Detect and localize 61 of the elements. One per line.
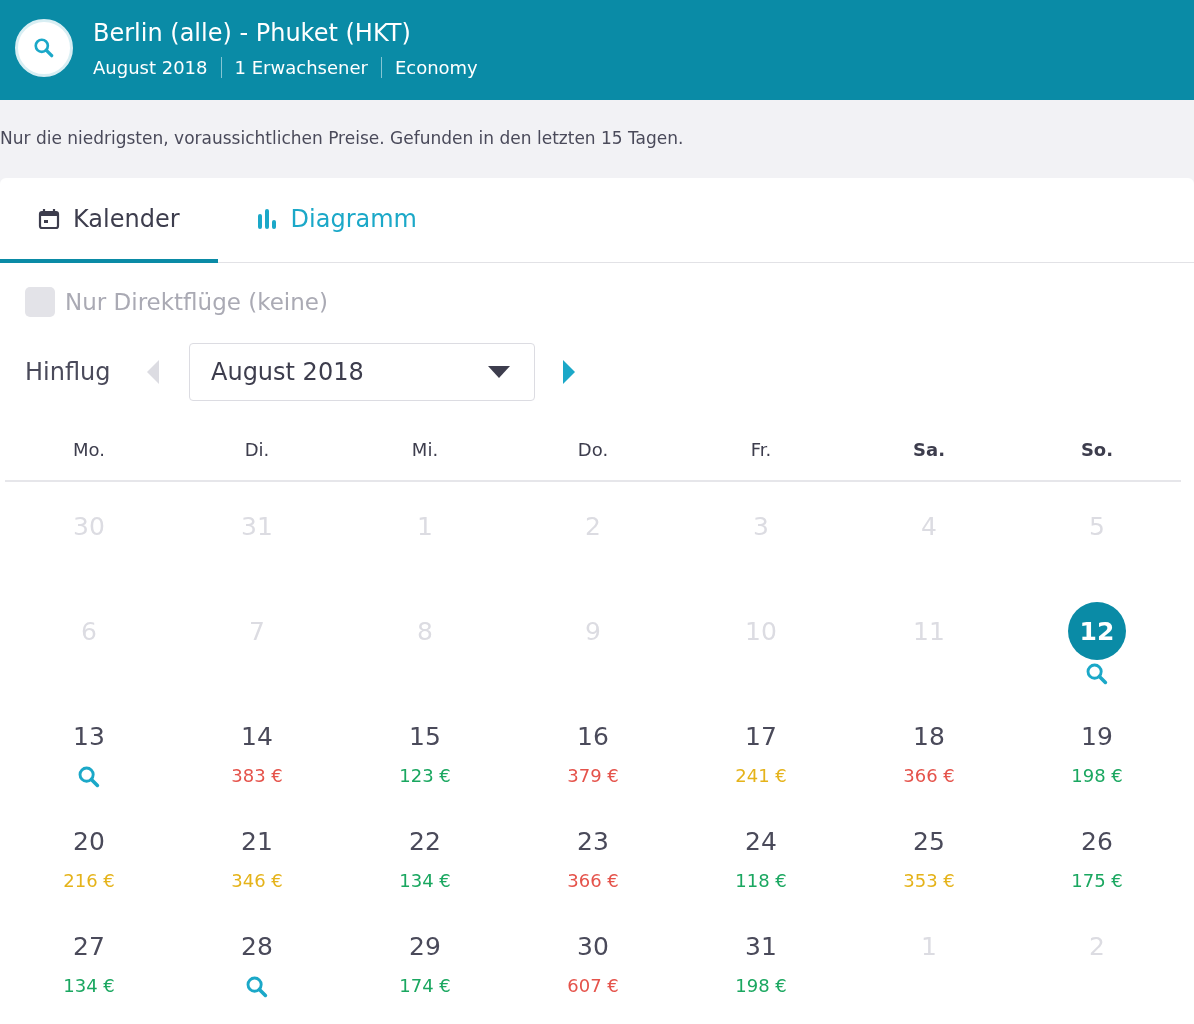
day-number[interactable]: 20 — [73, 827, 105, 856]
price-label: 366 € — [903, 765, 955, 786]
checkbox-label: Nur Direktflüge (keine) — [65, 289, 328, 315]
search-detail: August 2018 — [93, 56, 209, 78]
price-label: 118 € — [735, 870, 787, 891]
day-number[interactable]: 28 — [241, 932, 273, 961]
price-label: 346 € — [231, 870, 283, 891]
search-icon[interactable] — [77, 765, 101, 789]
day-number[interactable]: 22 — [409, 827, 441, 856]
search-icon[interactable] — [245, 975, 269, 999]
search-detail: Economy — [380, 56, 491, 78]
calendar-icon — [37, 206, 61, 231]
direction-label: Hinflug — [25, 358, 112, 386]
day-number[interactable]: 29 — [409, 932, 441, 961]
day-number[interactable]: 27 — [73, 932, 105, 961]
day-number[interactable]: 19 — [1081, 722, 1113, 751]
price-label: 134 € — [399, 870, 451, 891]
price-label: 607 € — [567, 975, 619, 996]
day-number[interactable]: 21 — [241, 827, 273, 856]
info-text: Nur die niedrigsten, voraussichtlichen Preise. Gefunden in den letzten 15 Tagen. — [0, 127, 685, 150]
weekday-header: Mi. — [341, 439, 509, 482]
next-month-button[interactable] — [561, 358, 577, 386]
selected-day[interactable]: 12 — [1068, 602, 1126, 660]
day-number[interactable]: 31 — [745, 932, 777, 961]
weekday-header: Fr. — [677, 439, 845, 482]
month-dropdown[interactable]: August 2018 — [189, 343, 535, 401]
day-number[interactable]: 25 — [913, 827, 945, 856]
day-number[interactable]: 14 — [241, 722, 273, 751]
day-number[interactable]: 18 — [913, 722, 945, 751]
search-icon[interactable] — [33, 37, 55, 59]
price-label: 175 € — [1071, 870, 1123, 891]
weekday-header: So. — [1013, 439, 1181, 482]
day-number[interactable]: 26 — [1081, 827, 1113, 856]
price-label: 198 € — [735, 975, 787, 996]
price-label: 353 € — [903, 870, 955, 891]
price-label: 198 € — [1071, 765, 1123, 786]
price-label: 216 € — [63, 870, 115, 891]
weekday-header: Mo. — [5, 439, 173, 482]
search-detail: 1 Erwachsener — [220, 56, 381, 78]
day-number[interactable]: 13 — [73, 722, 105, 751]
day-number[interactable]: 17 — [745, 722, 777, 751]
price-label: 174 € — [399, 975, 451, 996]
caret-icon — [488, 366, 510, 378]
day-number[interactable]: 24 — [745, 827, 777, 856]
route-title: Berlin (alle) - Phuket (HKT) — [93, 18, 412, 47]
search-button[interactable] — [15, 19, 73, 77]
tab[interactable]: Kalender — [0, 178, 218, 263]
day-number[interactable]: 15 — [409, 722, 441, 751]
weekday-header: Di. — [173, 439, 341, 482]
day-number[interactable]: 16 — [577, 722, 609, 751]
price-label: 241 € — [735, 765, 787, 786]
price-label: 379 € — [567, 765, 619, 786]
price-label: 383 € — [231, 765, 283, 786]
price-label: 123 € — [399, 765, 451, 786]
price-label: 134 € — [63, 975, 115, 996]
price-label: 366 € — [567, 870, 619, 891]
day-number[interactable]: 23 — [577, 827, 609, 856]
day-number[interactable]: 30 — [577, 932, 609, 961]
search-icon[interactable] — [1085, 662, 1109, 686]
weekday-header: Sa. — [845, 439, 1013, 482]
weekday-header: Do. — [509, 439, 677, 482]
